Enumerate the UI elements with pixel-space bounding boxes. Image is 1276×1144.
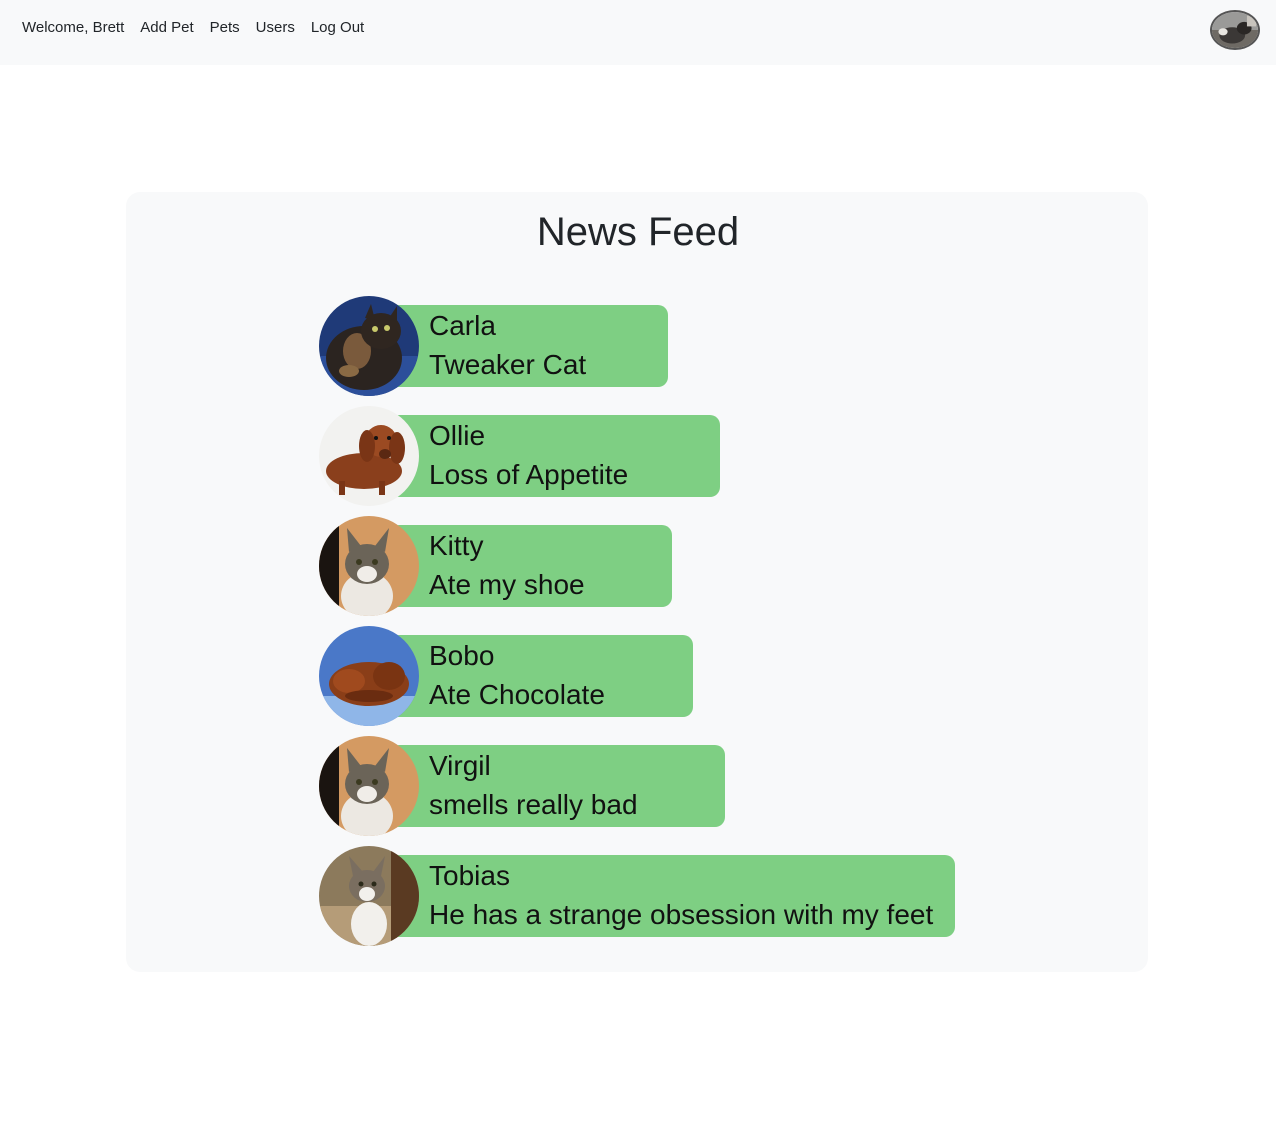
pet-name: Ollie [429, 420, 486, 451]
pet-note: He has a strange obsession with my feet [429, 899, 934, 930]
pet-note: Ate Chocolate [429, 679, 605, 710]
nav-pets-link[interactable]: Pets [210, 19, 240, 36]
pet-note: Loss of Appetite [429, 459, 629, 490]
user-avatar-icon[interactable] [1210, 10, 1260, 50]
feed-item-bubble: Tobias He has a strange obsession with m… [389, 855, 955, 937]
pet-name: Kitty [429, 530, 484, 561]
pet-note: smells really bad [429, 789, 638, 820]
navbar: Welcome, Brett Add Pet Pets Users Log Ou… [0, 0, 1276, 65]
pet-name: Tobias [429, 860, 510, 891]
nav-links: Welcome, Brett Add Pet Pets Users Log Ou… [22, 19, 364, 36]
nav-users-link[interactable]: Users [256, 19, 295, 36]
feed-item-bubble: Bobo Ate Chocolate [389, 635, 693, 717]
tabby-cat-photo [319, 736, 419, 836]
tabby-cat-photo [319, 516, 419, 616]
nav-add-pet-link[interactable]: Add Pet [140, 19, 193, 36]
feed-item-bubble: Carla Tweaker Cat [389, 305, 668, 387]
dachshund-photo [319, 406, 419, 506]
pet-name: Virgil [429, 750, 491, 781]
pet-name: Carla [429, 310, 496, 341]
tabby-white-cat-photo [319, 846, 419, 946]
page-title: News Feed [536, 210, 740, 254]
nav-log-out-link[interactable]: Log Out [311, 19, 364, 36]
pet-note: Tweaker Cat [429, 349, 587, 380]
feed-item-bubble: Kitty Ate my shoe [389, 525, 672, 607]
feed-item-bubble: Virgil smells really bad [389, 745, 725, 827]
feed-item-bubble: Ollie Loss of Appetite [389, 415, 720, 497]
nav-welcome-link[interactable]: Welcome, Brett [22, 19, 124, 36]
sleeping-dog-photo [319, 626, 419, 726]
tortoiseshell-cat-photo [319, 296, 419, 396]
pet-name: Bobo [429, 640, 495, 671]
pet-note: Ate my shoe [429, 569, 585, 600]
